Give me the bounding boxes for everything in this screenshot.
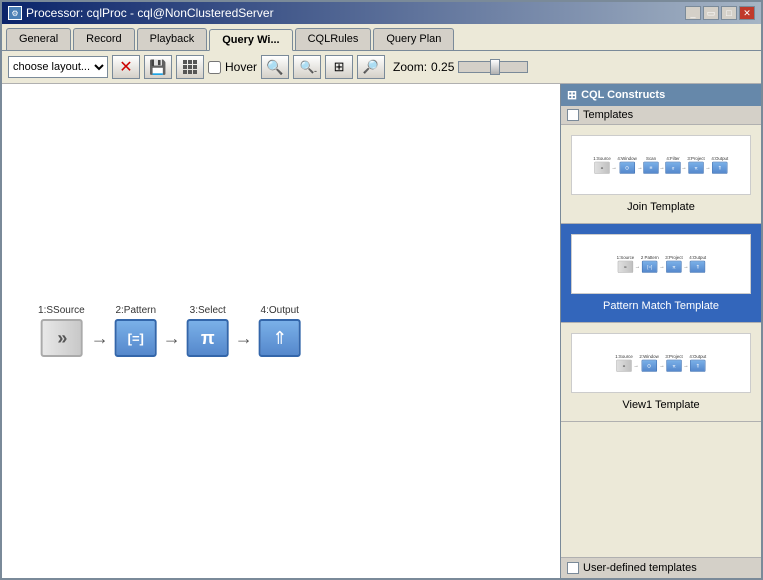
output-label: 4:Output <box>261 305 299 316</box>
zoom-area: Zoom: 0.25 <box>393 60 454 74</box>
arrow-1: → <box>91 328 109 349</box>
v1-node-win: 2:Window ⊙ <box>640 354 659 372</box>
user-defined-label: User-defined templates <box>583 562 697 574</box>
arrow-2: → <box>163 328 181 349</box>
tab-record[interactable]: Record <box>73 28 134 50</box>
output-box[interactable]: ⇑ <box>259 319 301 357</box>
join-template-label: Join Template <box>567 199 755 217</box>
tab-general[interactable]: General <box>6 28 71 50</box>
templates-expand-icon[interactable] <box>567 109 579 121</box>
title-bar-left: ⚙ Processor: cqlProc - cql@NonClusteredS… <box>8 6 274 20</box>
fit-button[interactable]: ⊞ <box>325 55 353 79</box>
layout-select[interactable]: choose layout... Auto Layout Manual Layo… <box>8 56 108 78</box>
select-label: 3:Select <box>190 305 226 316</box>
layout-select-wrapper[interactable]: choose layout... Auto Layout Manual Layo… <box>8 56 108 78</box>
mini-node-scan: Scan ≡ <box>644 156 659 174</box>
processor-icon: ⚙ <box>8 6 22 20</box>
grid-icon <box>183 60 197 74</box>
grid-button[interactable] <box>176 55 204 79</box>
hover-checkbox[interactable] <box>208 61 221 74</box>
zoom-slider[interactable] <box>458 61 528 73</box>
user-defined-section[interactable]: User-defined templates <box>561 557 761 578</box>
view1-template-canvas: 1:Source » → 2:Window ⊙ → 3:Project π <box>571 333 751 393</box>
minimize-button[interactable]: _ <box>685 6 701 20</box>
hover-checkbox-group: Hover <box>208 60 257 74</box>
mini-node-win: 4:Window ⊙ <box>618 156 637 174</box>
template-pattern-match[interactable]: 1:Source » → 2 Pattern [=] → 3:Project π <box>561 224 761 323</box>
maximize-button[interactable]: □ <box>721 6 737 20</box>
hover-label: Hover <box>225 60 257 74</box>
template-view1[interactable]: 1:Source » → 2:Window ⊙ → 3:Project π <box>561 323 761 422</box>
main-window: ⚙ Processor: cqlProc - cql@NonClusteredS… <box>0 0 763 580</box>
view1-mini-flow: 1:Source » → 2:Window ⊙ → 3:Project π <box>616 354 707 372</box>
flow-container: 1:SSource » → 2:Pattern [=] → 3:Select <box>38 305 301 357</box>
panel-header: ⊞ CQL Constructs <box>561 84 761 106</box>
pattern-label: 2:Pattern <box>115 305 156 316</box>
pi-icon: π <box>201 328 215 349</box>
pm-node-out: 4:Output ⇑ <box>689 255 706 273</box>
flow-node-pattern[interactable]: 2:Pattern [=] <box>115 305 157 357</box>
tab-cqlrules[interactable]: CQLRules <box>295 28 372 50</box>
tab-playback[interactable]: Playback <box>137 28 208 50</box>
user-defined-expand-icon[interactable] <box>567 562 579 574</box>
ssource-box[interactable]: » <box>40 319 82 357</box>
toolbar: choose layout... Auto Layout Manual Layo… <box>2 51 761 84</box>
title-bar: ⚙ Processor: cqlProc - cql@NonClusteredS… <box>2 2 761 24</box>
templates-label: Templates <box>583 109 633 121</box>
restore-button[interactable]: ▭ <box>703 6 719 20</box>
view1-label: View1 Template <box>567 397 755 415</box>
main-content: 1:SSource » → 2:Pattern [=] → 3:Select <box>2 84 761 578</box>
close-button[interactable]: ✕ <box>739 6 755 20</box>
join-template-canvas: 1:Source » → 4:Window ⊙ → Scan ≡ <box>571 135 751 195</box>
arrow-3: → <box>235 328 253 349</box>
tabs-bar: General Record Playback Query Wi... CQLR… <box>2 24 761 51</box>
templates-section-header: Templates <box>561 106 761 125</box>
panel-header-title: CQL Constructs <box>581 89 665 101</box>
mini-node-out1: 4:Output ⇑ <box>712 156 729 174</box>
title-bar-buttons: _ ▭ □ ✕ <box>685 6 755 20</box>
output-icon: ⇑ <box>272 328 287 349</box>
pattern-match-template-canvas: 1:Source » → 2 Pattern [=] → 3:Project π <box>571 234 751 294</box>
search-button[interactable]: 🔎 <box>357 55 385 79</box>
ssource-icon: » <box>57 328 65 349</box>
tab-query-wi[interactable]: Query Wi... <box>209 29 292 51</box>
right-panel: ⊞ CQL Constructs Templates 1:Source » → <box>561 84 761 578</box>
template-join[interactable]: 1:Source » → 4:Window ⊙ → Scan ≡ <box>561 125 761 224</box>
zoom-in-button[interactable]: 🔍 <box>261 55 289 79</box>
window-title: Processor: cqlProc - cql@NonClusteredSer… <box>26 6 274 20</box>
pattern-match-mini-flow: 1:Source » → 2 Pattern [=] → 3:Project π <box>616 255 706 273</box>
v1-node-src: 1:Source » <box>616 354 634 372</box>
pattern-match-label: Pattern Match Template <box>567 298 755 316</box>
select-box[interactable]: π <box>187 319 229 357</box>
delete-button[interactable]: ✕ <box>112 55 140 79</box>
save-button[interactable]: 💾 <box>144 55 172 79</box>
canvas-area[interactable]: 1:SSource » → 2:Pattern [=] → 3:Select <box>2 84 561 578</box>
ssource-label: 1:SSource <box>38 305 85 316</box>
join-mini-flow: 1:Source » → 4:Window ⊙ → Scan ≡ <box>594 156 729 174</box>
flow-node-ssource[interactable]: 1:SSource » <box>38 305 85 357</box>
zoom-label: Zoom: <box>393 60 427 74</box>
zoom-out-button[interactable]: 🔍- <box>293 55 321 79</box>
flow-node-select[interactable]: 3:Select π <box>187 305 229 357</box>
pattern-box[interactable]: [=] <box>115 319 157 357</box>
flow-node-output[interactable]: 4:Output ⇑ <box>259 305 301 357</box>
panel-header-icon: ⊞ <box>567 88 577 102</box>
zoom-value: 0.25 <box>431 60 454 74</box>
v1-node-out: 4:Output ⇑ <box>690 354 707 372</box>
pattern-icon: [=] <box>128 331 144 346</box>
pm-node-pattern: 2 Pattern [=] <box>640 255 658 273</box>
v1-node-proj: 3:Project π <box>666 354 683 372</box>
mini-node-src1: 1:Source » <box>594 156 612 174</box>
mini-node-proj: 3:Project π <box>688 156 705 174</box>
mini-node-filter: 4:Filter σ <box>666 156 681 174</box>
zoom-thumb[interactable] <box>490 59 500 75</box>
pm-node-src: 1:Source » <box>616 255 634 273</box>
tab-query-plan[interactable]: Query Plan <box>373 28 454 50</box>
pm-node-proj: 3:Project π <box>665 255 682 273</box>
panel-spacer <box>561 422 761 557</box>
